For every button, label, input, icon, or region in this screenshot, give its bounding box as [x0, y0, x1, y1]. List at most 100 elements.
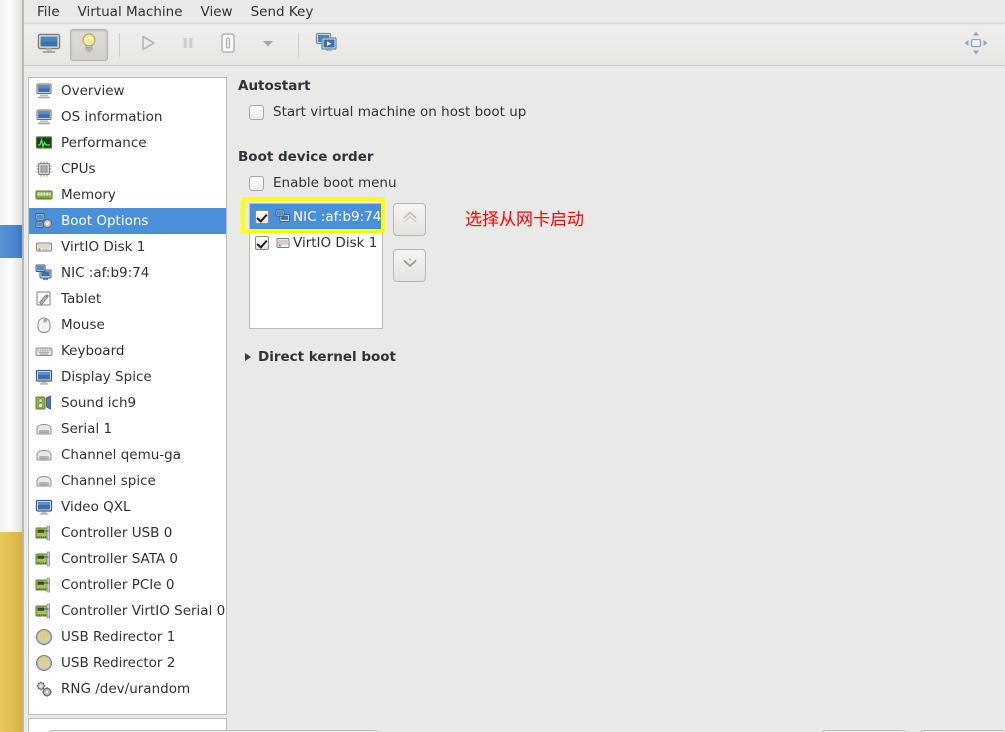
toolbar-separator-2	[298, 33, 299, 57]
background-selected-row	[0, 225, 22, 258]
vm-details-window: File Virtual Machine View Send Key Overv…	[24, 0, 1005, 732]
sidebar-item-label: NIC :af:b9:74	[61, 265, 150, 281]
sidebar-item-rng-dev-urandom[interactable]: RNG /dev/urandom	[29, 676, 226, 702]
sidebar-item-controller-virtio-serial-0[interactable]: Controller VirtIO Serial 0	[29, 598, 226, 624]
chevron-down-icon	[400, 254, 420, 278]
resize-to-vm-button[interactable]	[957, 29, 995, 61]
sidebar-item-serial-1[interactable]: Serial 1	[29, 416, 226, 442]
expander-triangle-icon	[245, 353, 251, 361]
cpu-chip-icon	[34, 159, 54, 179]
move-device-down-button[interactable]	[393, 249, 426, 282]
sidebar-item-usb-redirector-1[interactable]: USB Redirector 1	[29, 624, 226, 650]
sidebar-item-sound-ich9[interactable]: Sound ich9	[29, 390, 226, 416]
sidebar-item-performance[interactable]: Performance	[29, 130, 226, 156]
annotation-text: 选择从网卡启动	[465, 210, 584, 230]
content-area: Overview OS information Performance CPUs Mem…	[24, 66, 1005, 732]
sidebar-item-label: RNG /dev/urandom	[61, 681, 191, 697]
boot-device-label: NIC :af:b9:74	[293, 209, 382, 225]
sidebar-item-label: Video QXL	[61, 499, 131, 515]
menu-virtual-machine[interactable]: Virtual Machine	[69, 2, 192, 22]
sidebar-item-keyboard[interactable]: Keyboard	[29, 338, 226, 364]
sidebar-item-label: Sound ich9	[61, 395, 137, 411]
hardware-list-panel[interactable]: Overview OS information Performance CPUs Mem…	[28, 77, 227, 715]
shutdown-options-dropdown[interactable]	[249, 29, 287, 61]
sidebar-item-label: Display Spice	[61, 369, 152, 385]
details-button[interactable]	[70, 29, 108, 61]
sidebar-item-channel-spice[interactable]: Channel spice	[29, 468, 226, 494]
hardware-list: Overview OS information Performance CPUs Mem…	[29, 78, 226, 702]
sidebar-item-label: Keyboard	[61, 343, 125, 359]
background-pane-bottom	[0, 532, 22, 732]
boot-device-checkbox[interactable]	[255, 210, 269, 224]
run-button[interactable]	[129, 29, 167, 61]
sidebar-item-mouse[interactable]: Mouse	[29, 312, 226, 338]
sidebar-item-boot-options[interactable]: Boot Options	[29, 208, 226, 234]
autostart-title: Autostart	[238, 78, 311, 94]
mouse-icon	[34, 315, 54, 335]
sidebar-item-label: Overview	[61, 83, 125, 99]
sidebar-item-label: Controller PCIe 0	[61, 577, 175, 593]
sidebar-item-label: Channel qemu-ga	[61, 447, 182, 463]
boot-device-checkbox[interactable]	[255, 236, 269, 250]
sidebar-item-label: Controller VirtIO Serial 0	[61, 603, 226, 619]
move-device-up-button[interactable]	[393, 203, 426, 236]
snapshots-icon	[315, 32, 339, 58]
background-window-sliver	[0, 0, 24, 732]
serial-port-icon	[34, 445, 54, 465]
sidebar-item-label: Serial 1	[61, 421, 113, 437]
sidebar-item-cpus[interactable]: CPUs	[29, 156, 226, 182]
controller-card-icon	[34, 523, 54, 543]
sidebar-item-controller-pcie-0[interactable]: Controller PCIe 0	[29, 572, 226, 598]
sidebar-item-controller-usb-0[interactable]: Controller USB 0	[29, 520, 226, 546]
sidebar-item-tablet[interactable]: Tablet	[29, 286, 226, 312]
pause-icon	[179, 34, 197, 56]
display-monitor-icon	[34, 367, 54, 387]
shutdown-button[interactable]	[209, 29, 247, 61]
autostart-checkbox-row[interactable]: Start virtual machine on host boot up	[249, 104, 526, 120]
autostart-checkbox[interactable]	[249, 104, 264, 120]
sound-speaker-icon	[34, 393, 54, 413]
usb-icon	[34, 653, 54, 673]
sidebar-item-label: Boot Options	[61, 213, 149, 229]
pause-button[interactable]	[169, 29, 207, 61]
controller-card-icon	[34, 549, 54, 569]
snapshots-button[interactable]	[308, 29, 346, 61]
sidebar-item-nic-af-b9-74[interactable]: NIC :af:b9:74	[29, 260, 226, 286]
serial-port-icon	[34, 419, 54, 439]
direct-kernel-boot-label: Direct kernel boot	[258, 349, 396, 365]
sidebar-item-display-spice[interactable]: Display Spice	[29, 364, 226, 390]
sidebar-item-overview[interactable]: Overview	[29, 78, 226, 104]
controller-card-icon	[34, 575, 54, 595]
computer-icon	[34, 107, 54, 127]
background-pane-middle	[0, 258, 24, 532]
sidebar-item-channel-qemu-ga[interactable]: Channel qemu-ga	[29, 442, 226, 468]
memory-ram-icon	[34, 185, 54, 205]
sidebar-item-memory[interactable]: Memory	[29, 182, 226, 208]
toolbar	[24, 25, 1005, 66]
boot-device-row-disk[interactable]: VirtIO Disk 1	[250, 230, 382, 256]
sidebar-item-label: VirtIO Disk 1	[61, 239, 146, 255]
direct-kernel-boot-expander[interactable]: Direct kernel boot	[245, 349, 396, 365]
sidebar-item-usb-redirector-2[interactable]: USB Redirector 2	[29, 650, 226, 676]
menu-send-key[interactable]: Send Key	[242, 2, 323, 22]
display-monitor-icon	[34, 497, 54, 517]
enable-boot-menu-row[interactable]: Enable boot menu	[249, 175, 397, 191]
menu-file[interactable]: File	[28, 2, 69, 22]
tablet-stylus-icon	[34, 289, 54, 309]
fullscreen-resize-icon	[963, 30, 989, 60]
sidebar-item-virtio-disk-1[interactable]: VirtIO Disk 1	[29, 234, 226, 260]
boot-device-list[interactable]: NIC :af:b9:74 VirtIO Disk 1	[249, 203, 383, 329]
boot-device-row-nic[interactable]: NIC :af:b9:74	[250, 204, 382, 230]
sidebar-item-controller-sata-0[interactable]: Controller SATA 0	[29, 546, 226, 572]
keyboard-icon	[34, 341, 54, 361]
sidebar-item-label: Controller SATA 0	[61, 551, 179, 567]
sidebar-item-label: CPUs	[61, 161, 96, 177]
console-monitor-icon	[37, 33, 61, 58]
enable-boot-menu-checkbox[interactable]	[249, 175, 264, 191]
menu-view[interactable]: View	[192, 2, 242, 22]
console-button[interactable]	[30, 29, 68, 61]
enable-boot-menu-label: Enable boot menu	[273, 175, 397, 191]
sidebar-item-os-information[interactable]: OS information	[29, 104, 226, 130]
sidebar-item-video-qxl[interactable]: Video QXL	[29, 494, 226, 520]
network-card-icon	[275, 209, 291, 225]
